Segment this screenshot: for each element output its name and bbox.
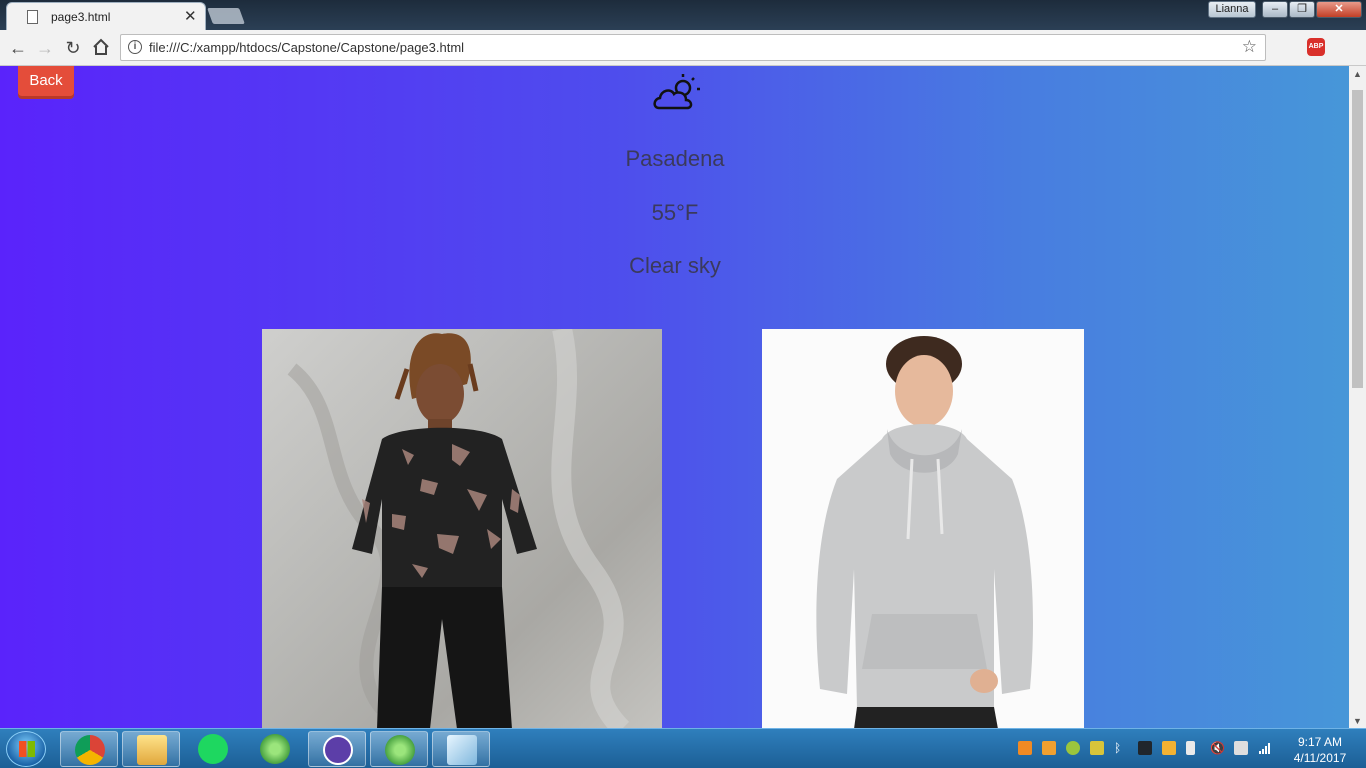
city-name: Pasadena [625,146,725,171]
browser-titlebar: page3.html ✕ Lianna – ❐ ✕ [0,0,1366,30]
atom-icon [385,735,415,765]
scrollbar-thumb[interactable] [1352,90,1363,388]
signal-icon[interactable] [1258,741,1272,755]
notepad-icon [447,735,477,765]
page-scrollbar[interactable]: ▲ ▼ [1349,66,1366,728]
atom-icon [260,734,290,764]
tab-close-icon[interactable]: ✕ [184,7,197,25]
taskbar-atom[interactable] [246,731,304,767]
outfit-image-1 [262,329,662,728]
chrome-icon [75,735,105,765]
bookmark-star-icon[interactable]: ☆ [1242,37,1257,57]
taskbar-file-explorer[interactable] [122,731,180,767]
windows-logo-icon [19,741,35,757]
info-icon[interactable]: i [128,40,142,54]
taskbar-atom-2[interactable] [370,731,428,767]
battery-icon[interactable] [1186,741,1195,755]
temperature: 55°F [651,200,699,225]
scroll-down-icon[interactable]: ▼ [1353,716,1362,726]
forward-arrow-icon[interactable]: → [35,38,55,58]
tray-status-icon[interactable] [1066,741,1080,755]
reload-icon[interactable]: ↻ [63,38,83,58]
page-viewport: Back Pasadena 55°F Clear sky [0,66,1366,728]
back-arrow-icon[interactable]: ← [8,38,28,58]
spotify-icon [198,734,228,764]
volume-muted-icon[interactable]: 🔇 [1210,741,1225,755]
adblock-icon[interactable]: ABP [1307,38,1325,56]
profile-button[interactable]: Lianna [1208,1,1256,18]
network-error-icon[interactable] [1234,741,1248,755]
taskbar-spotify[interactable] [184,731,242,767]
system-tray: ᛒ 🔇 [1012,737,1282,761]
back-button[interactable]: Back [18,66,74,96]
github-icon [323,735,353,765]
close-window-button[interactable]: ✕ [1316,1,1362,18]
tray-app-icon[interactable] [1042,741,1056,755]
taskbar-github-desktop[interactable] [308,731,366,767]
start-button[interactable] [6,731,46,767]
clock-date[interactable]: 4/11/2017 [1285,751,1355,765]
windows-taskbar: ᛒ 🔇 9:17 AM 4/11/2017 [0,728,1366,768]
minimize-button[interactable]: – [1262,1,1288,18]
new-tab-button[interactable] [207,8,245,24]
scroll-up-icon[interactable]: ▲ [1353,69,1362,79]
url-text[interactable]: file:///C:/xampp/htdocs/Capstone/Capston… [149,40,464,55]
bluetooth-icon[interactable]: ᛒ [1114,741,1128,755]
browser-tab[interactable]: page3.html ✕ [6,2,206,30]
taskbar-notepad[interactable] [432,731,490,767]
maximize-button[interactable]: ❐ [1289,1,1315,18]
xampp-icon[interactable] [1018,741,1032,755]
display-icon[interactable] [1138,741,1152,755]
taskbar-chrome[interactable] [60,731,118,767]
home-icon[interactable] [91,38,111,58]
browser-toolbar: ← → ↻ i file:///C:/xampp/htdocs/Capstone… [0,30,1366,86]
folder-icon [137,735,167,765]
weather-condition: Clear sky [629,253,721,278]
address-bar[interactable]: i file:///C:/xampp/htdocs/Capstone/Capst… [120,34,1266,61]
partly-cloudy-icon [653,74,700,110]
page-icon [27,10,38,24]
tab-title: page3.html [51,10,111,24]
clock-time[interactable]: 9:17 AM [1285,735,1355,749]
tray-key-icon[interactable] [1090,741,1104,755]
outfit-image-2 [762,329,1084,728]
action-center-icon[interactable] [1162,741,1176,755]
